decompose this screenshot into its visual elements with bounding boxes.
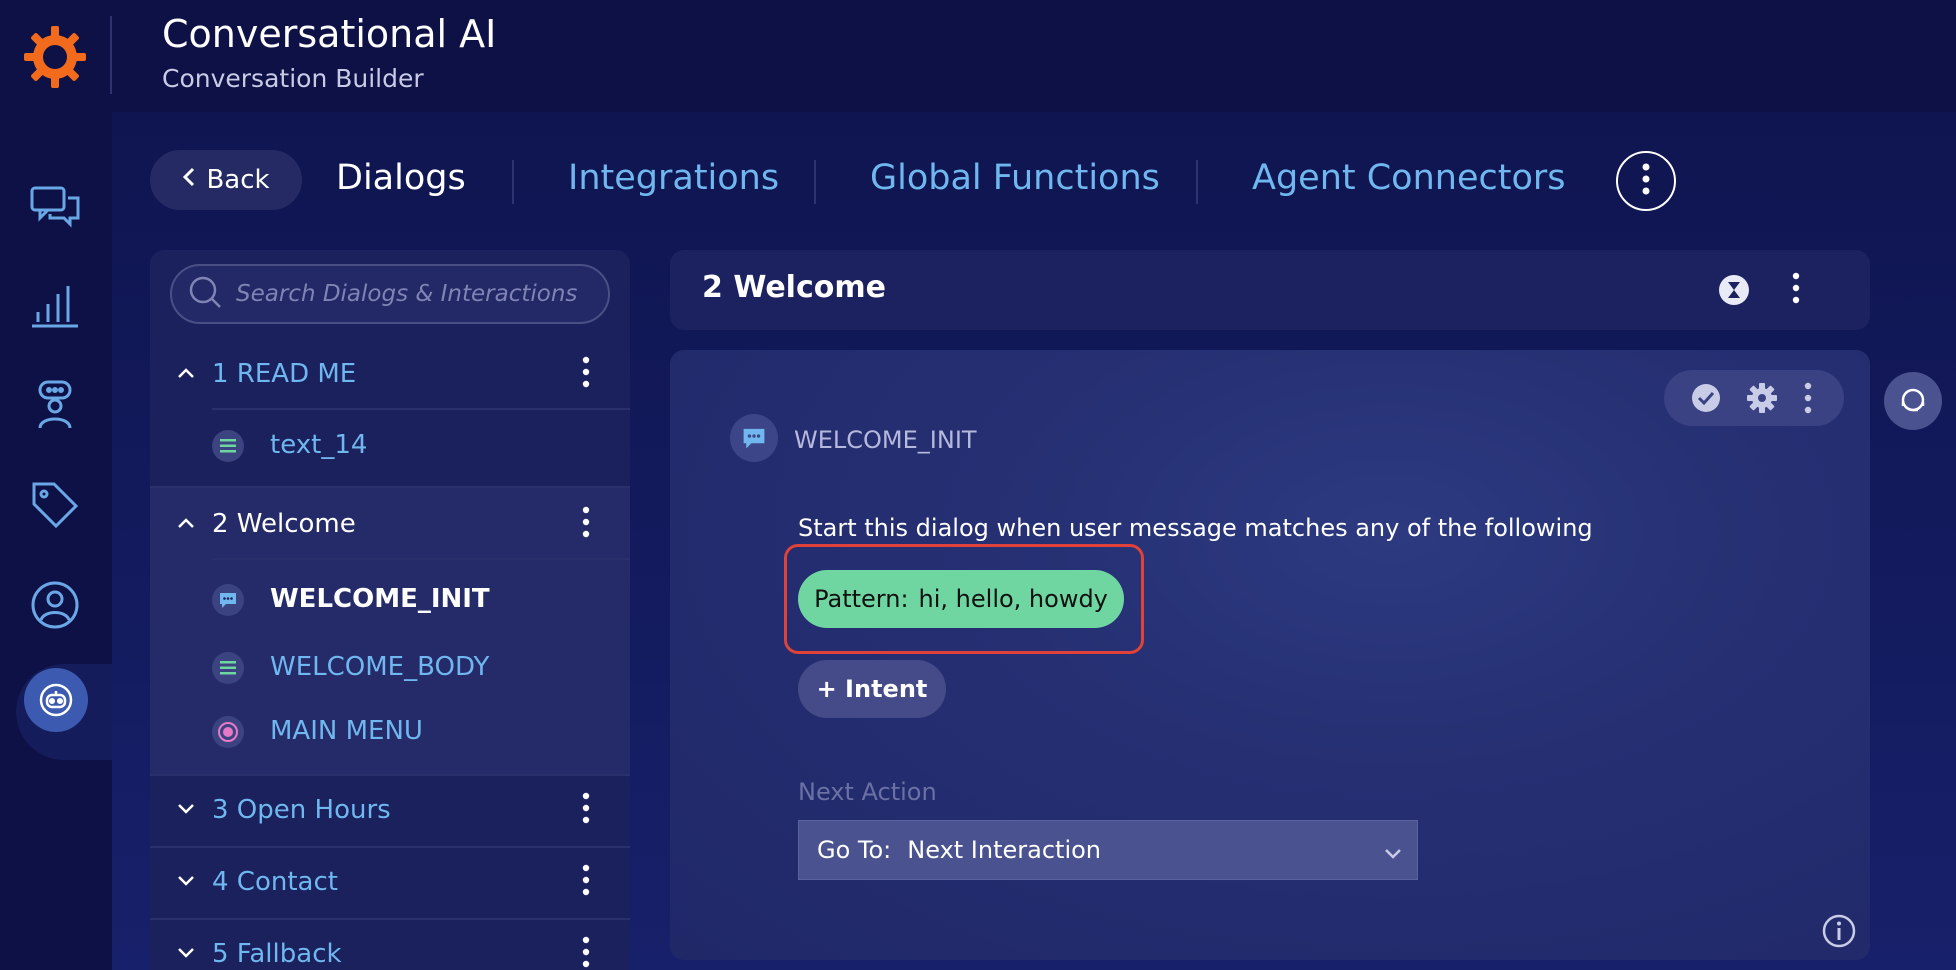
pattern-value: hi, hello, howdy [918,585,1108,613]
start-condition-text: Start this dialog when user message matc… [798,514,1593,542]
dialog-group-open-hours[interactable]: 3 Open Hours [150,776,630,844]
chevron-up-icon[interactable] [176,365,196,384]
tab-dialogs[interactable]: Dialogs [336,158,466,198]
text-icon [212,430,244,462]
interaction-label: WELCOME_BODY [270,652,490,682]
goto-value: Next Interaction [907,836,1102,864]
dialog-group-label: 1 READ ME [212,359,357,389]
tab-separator [1196,160,1198,204]
text-icon [212,652,244,684]
interaction-item[interactable]: WELCOME_BODY [150,636,630,700]
radio-button-icon [212,716,244,748]
dialog-group-contact[interactable]: 4 Contact [150,848,630,916]
dialog-group-label: 2 Welcome [212,509,356,539]
chat-bubble-icon [730,414,778,462]
kebab-icon[interactable] [582,356,590,392]
header-divider [110,16,112,94]
app-subtitle: Conversation Builder [162,64,424,93]
gear-icon[interactable] [1746,382,1778,418]
interaction-title: WELCOME_INIT [794,426,977,454]
kebab-icon[interactable] [582,792,590,828]
analytics-icon[interactable] [28,278,82,332]
search-box[interactable] [170,264,610,324]
divider [212,408,630,410]
interaction-item[interactable]: text_14 [150,414,630,478]
tags-icon[interactable] [28,478,82,532]
tab-global-functions[interactable]: Global Functions [870,158,1160,198]
hourglass-icon[interactable] [1718,274,1750,310]
chevron-down-icon[interactable] [176,873,196,892]
top-bar: Conversational AI Conversation Builder [0,0,1956,112]
app-title: Conversational AI [162,12,497,56]
interaction-label: MAIN MENU [270,716,423,746]
goto-label: Go To: [817,836,892,864]
chevron-down-icon[interactable] [176,945,196,964]
agent-support-icon[interactable] [1884,372,1942,430]
next-action-label: Next Action [798,778,937,806]
conversations-icon[interactable] [28,180,82,234]
dialogs-sidebar: 1 READ ME text_14 2 Welcome WELCOME_INIT… [150,250,630,970]
kebab-icon[interactable] [582,936,590,970]
tab-agent-connectors[interactable]: Agent Connectors [1252,158,1565,198]
interaction-toolbar [1664,370,1844,426]
user-profile-icon[interactable] [28,578,82,632]
chevron-up-icon[interactable] [176,515,196,534]
bot-agent-icon[interactable] [28,378,82,432]
dialog-group-label: 5 Fallback [212,939,342,969]
chevron-down-icon [1383,839,1403,867]
dialog-group-read-me[interactable]: 1 READ ME [150,340,630,408]
bot-builder-icon[interactable] [24,668,88,732]
more-options-button[interactable] [1616,151,1676,211]
kebab-icon [1642,163,1650,199]
interaction-card: WELCOME_INIT Start this dialog when user… [670,350,1870,960]
tab-separator [814,160,816,204]
dialog-group-label: 4 Contact [212,867,338,897]
search-input[interactable] [236,281,596,307]
dialog-title: 2 Welcome [702,270,886,305]
chat-bubble-icon [212,584,244,616]
logo-icon [22,24,88,90]
tab-integrations[interactable]: Integrations [568,158,779,198]
search-icon [188,275,222,313]
chevron-left-icon [182,165,196,195]
divider [212,558,630,560]
kebab-icon[interactable] [1792,272,1800,308]
back-label: Back [206,165,270,195]
next-action-select[interactable]: Go To: Next Interaction [798,820,1418,880]
info-icon[interactable] [1822,914,1856,952]
back-button[interactable]: Back [150,150,302,210]
pattern-chip[interactable]: Pattern: hi, hello, howdy [798,570,1124,628]
dialog-header: 2 Welcome [670,250,1870,330]
dialog-group-welcome[interactable]: 2 Welcome [150,490,630,558]
kebab-icon[interactable] [1804,382,1812,418]
interaction-item[interactable]: WELCOME_INIT [150,568,630,632]
dialog-group-fallback[interactable]: 5 Fallback [150,920,630,970]
check-circle-icon[interactable] [1690,382,1722,418]
tab-separator [512,160,514,204]
chevron-down-icon[interactable] [176,801,196,820]
dialog-group-label: 3 Open Hours [212,795,391,825]
kebab-icon[interactable] [582,506,590,542]
interaction-item[interactable]: MAIN MENU [150,700,630,764]
left-navigation [0,112,128,970]
pattern-label: Pattern: [814,585,909,613]
interaction-label: WELCOME_INIT [270,584,490,614]
interaction-label: text_14 [270,430,368,460]
kebab-icon[interactable] [582,864,590,900]
add-intent-button[interactable]: + Intent [798,660,946,718]
